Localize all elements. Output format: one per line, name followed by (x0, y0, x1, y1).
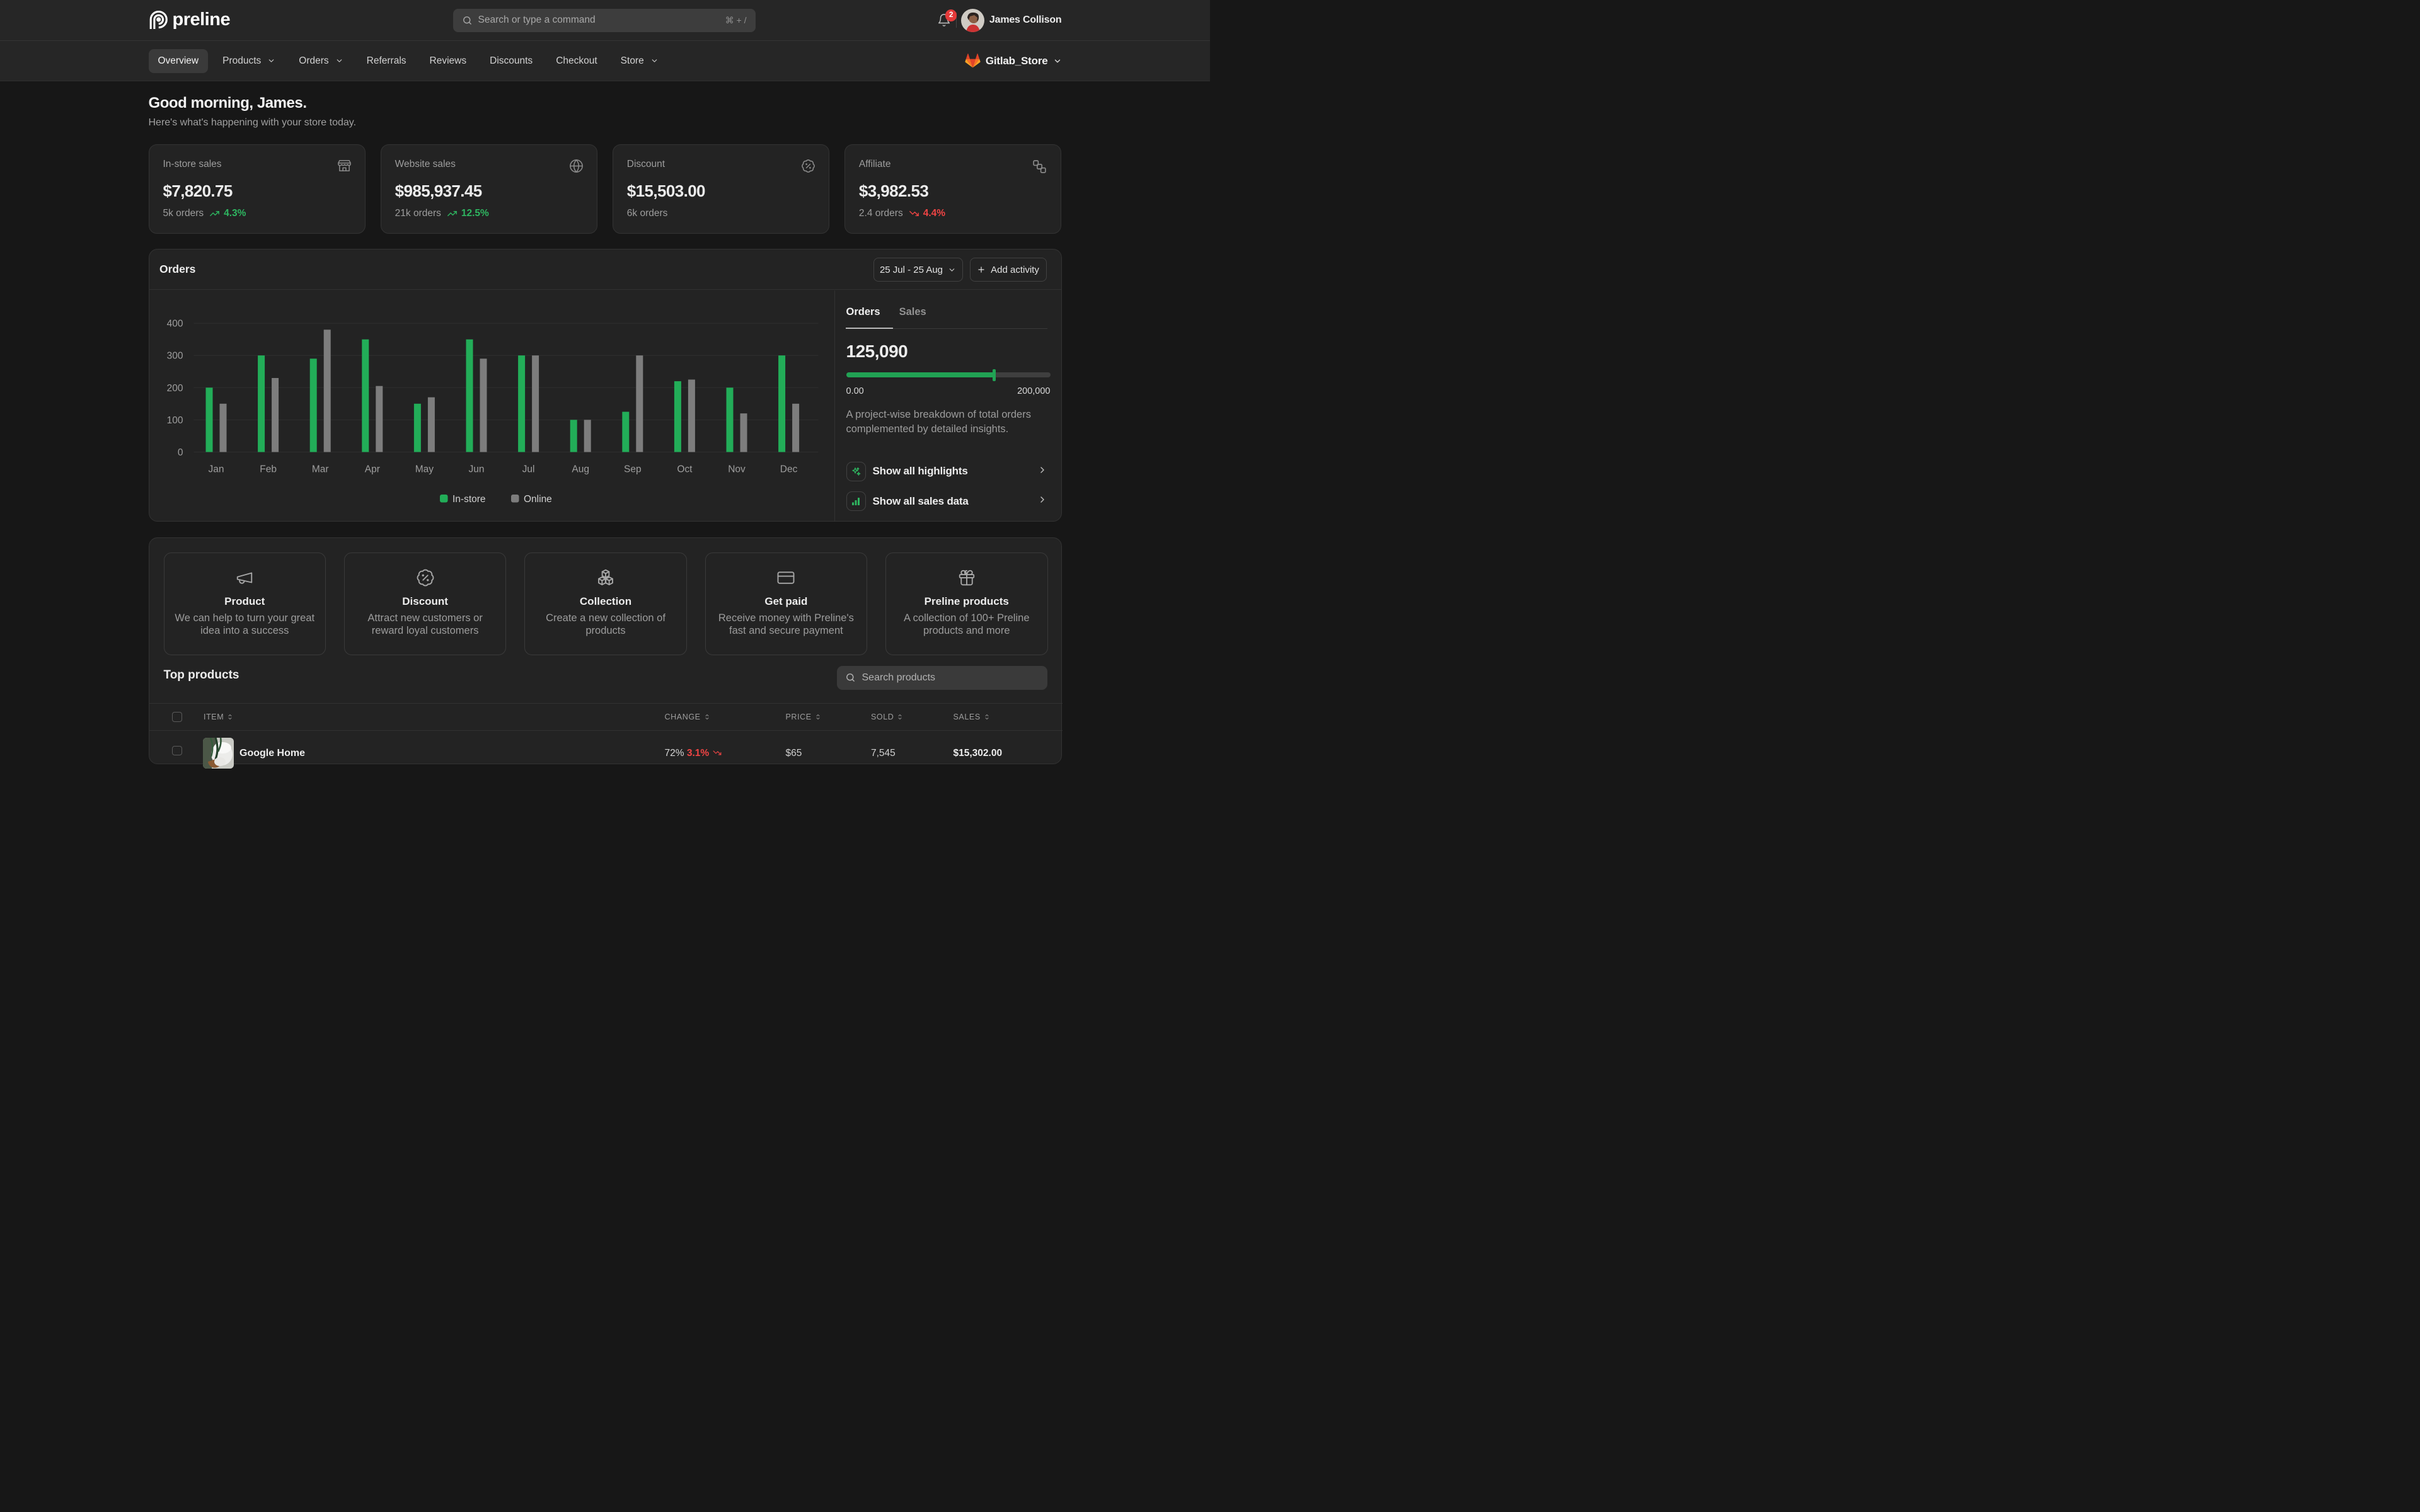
svg-text:200: 200 (166, 383, 183, 394)
svg-text:Sep: Sep (624, 464, 642, 475)
svg-text:Oct: Oct (677, 464, 693, 475)
svg-text:Jan: Jan (208, 464, 224, 475)
svg-text:Mar: Mar (311, 464, 328, 475)
svg-text:In-store: In-store (452, 494, 486, 505)
svg-text:100: 100 (166, 415, 183, 426)
svg-text:May: May (415, 464, 434, 475)
svg-text:Online: Online (524, 494, 552, 505)
svg-text:Aug: Aug (572, 464, 589, 475)
svg-text:Nov: Nov (728, 464, 746, 475)
svg-text:Apr: Apr (364, 464, 379, 475)
svg-text:0: 0 (177, 447, 183, 458)
svg-text:400: 400 (166, 319, 183, 329)
svg-text:Jul: Jul (522, 464, 534, 475)
svg-text:Dec: Dec (780, 464, 797, 475)
svg-text:Jun: Jun (468, 464, 484, 475)
svg-text:300: 300 (166, 351, 183, 362)
svg-text:Feb: Feb (260, 464, 277, 475)
